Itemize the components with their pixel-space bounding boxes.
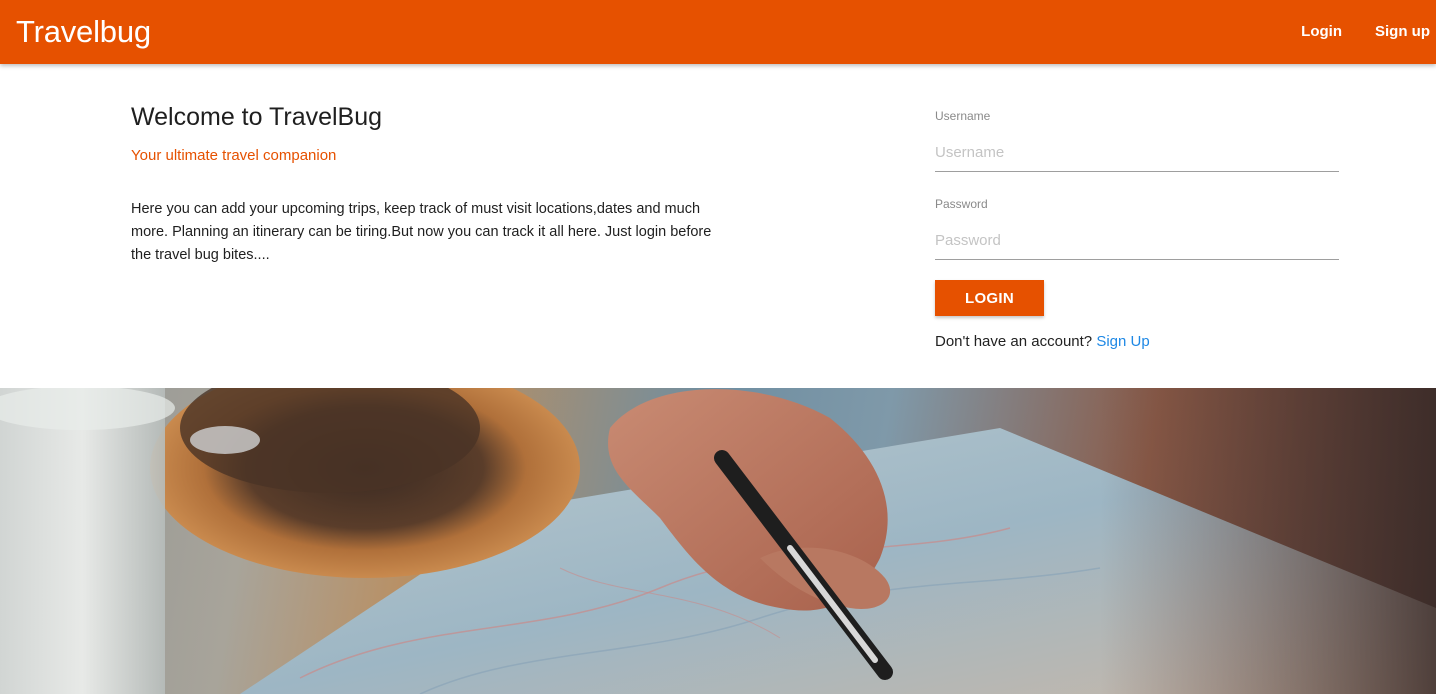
password-label: Password <box>935 197 988 211</box>
water-glass-shape <box>0 388 165 694</box>
nav-links: Login Sign up <box>1284 0 1436 64</box>
hero-illustration <box>0 388 1436 694</box>
login-button[interactable]: LOGIN <box>935 280 1044 316</box>
signup-prompt: Don't have an account? Sign Up <box>935 332 1150 352</box>
signup-prompt-text: Don't have an account? <box>935 333 1093 350</box>
nav-login-link[interactable]: Login <box>1284 0 1358 64</box>
intro-description: Here you can add your upcoming trips, ke… <box>131 201 712 263</box>
login-form: Username Password LOGIN Don't have an ac… <box>935 108 1339 350</box>
password-input[interactable] <box>935 222 1339 260</box>
tagline: Your ultimate travel companion <box>131 147 337 164</box>
username-label: Username <box>935 109 991 123</box>
hero-image <box>0 388 1436 694</box>
nav-signup-link[interactable]: Sign up <box>1358 0 1436 64</box>
top-navbar: Travelbug Login Sign up <box>0 0 1436 64</box>
welcome-heading: Welcome to TravelBug <box>131 103 383 131</box>
username-input[interactable] <box>935 134 1339 172</box>
signup-link[interactable]: Sign Up <box>1096 333 1149 350</box>
username-field: Username <box>935 108 1339 172</box>
intro-section: Welcome to TravelBug Your ultimate trave… <box>131 100 721 267</box>
password-field: Password <box>935 196 1339 260</box>
spoon-shape <box>190 426 260 454</box>
brand-logo-link[interactable]: Travelbug <box>16 12 151 52</box>
